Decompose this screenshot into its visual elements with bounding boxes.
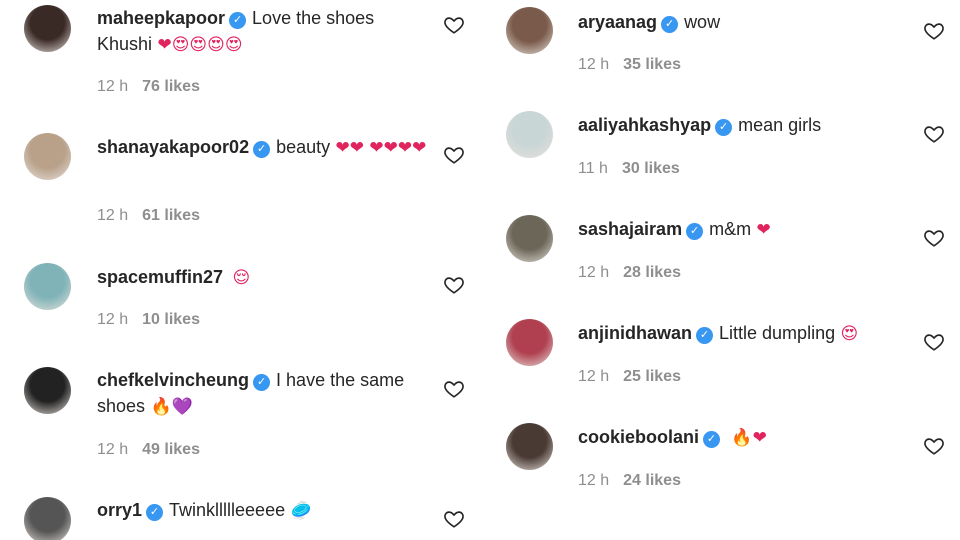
comment-time: 12 h [578, 56, 610, 73]
comment-body: spacemuffin27 😌 [97, 264, 427, 291]
username-link[interactable]: anjinidhawan [578, 323, 692, 343]
heart-outline-icon[interactable] [443, 378, 465, 400]
comment-body: sashajairam ✓ m&m ❤ [578, 216, 908, 243]
comment-meta: 12 h 24 likes [578, 472, 681, 490]
comment-time: 12 h [97, 207, 129, 224]
comment-likes-link[interactable]: 35 likes [623, 56, 681, 73]
username-link[interactable]: sashajairam [578, 219, 682, 239]
comment-time: 12 h [578, 472, 610, 489]
comment-meta: 12 h 28 likes [578, 264, 681, 282]
username-link[interactable]: aaliyahkashyap [578, 115, 711, 135]
comment-meta: 12 h 35 likes [578, 56, 681, 74]
verified-badge-icon: ✓ [661, 16, 679, 33]
heart-outline-icon[interactable] [443, 274, 465, 296]
comment-body: chefkelvincheung ✓ I have the same shoes 🔥… [97, 367, 427, 420]
comment-body: orry1 ✓ Twinkllllleeeee 🥏 [97, 497, 427, 524]
verified-badge-icon: ✓ [715, 119, 733, 136]
avatar[interactable] [24, 263, 71, 310]
comment-likes-link[interactable]: 24 likes [623, 472, 681, 489]
avatar[interactable] [506, 7, 553, 54]
username-link[interactable]: orry1 [97, 500, 142, 520]
heart-outline-icon[interactable] [923, 435, 945, 457]
comment-time: 12 h [578, 264, 610, 281]
username-link[interactable]: shanayakapoor02 [97, 137, 249, 157]
heart-outline-icon[interactable] [923, 331, 945, 353]
comment-body: anjinidhawan ✓ Little dumpling 😍 [578, 320, 908, 347]
comment-text: m&m [709, 219, 752, 239]
heart-outline-icon[interactable] [923, 123, 945, 145]
comments-column-left: maheepkapoor ✓ Love the shoes Khushi ❤😍😍😍😍… [0, 0, 480, 540]
comment-body: maheepkapoor ✓ Love the shoes Khushi ❤😍😍😍😍 [97, 5, 427, 58]
avatar[interactable] [506, 423, 553, 470]
verified-badge-icon: ✓ [229, 12, 247, 29]
comments-column-right: aryaanag ✓ wow 12 h 35 likes aaliyahkashyap ✓ m… [480, 0, 960, 540]
comment-emoji: 😍 [835, 324, 859, 344]
comment-likes-link[interactable]: 49 likes [142, 441, 200, 458]
comment-emoji: ❤😍😍😍😍 [152, 35, 243, 55]
username-link[interactable]: cookieboolani [578, 427, 699, 447]
username-link[interactable]: maheepkapoor [97, 8, 225, 28]
heart-outline-icon[interactable] [443, 508, 465, 530]
comment-emoji: 🔥💜 [145, 397, 193, 417]
avatar[interactable] [24, 133, 71, 180]
comment-meta: 12 h 49 likes [97, 441, 200, 459]
avatar[interactable] [506, 215, 553, 262]
comment-emoji: ❤❤ ❤❤❤❤ [330, 138, 427, 158]
comment-emoji: 😌 [227, 268, 251, 288]
username-link[interactable]: chefkelvincheung [97, 370, 249, 390]
avatar[interactable] [506, 111, 553, 158]
comment-text: wow [684, 12, 721, 32]
comment-likes-link[interactable]: 61 likes [142, 207, 200, 224]
avatar[interactable] [24, 5, 71, 52]
verified-badge-icon: ✓ [696, 327, 714, 344]
comment-time: 12 h [97, 78, 129, 95]
comment-likes-link[interactable]: 10 likes [142, 311, 200, 328]
comment-body: aaliyahkashyap ✓ mean girls [578, 112, 908, 138]
comment-text: mean girls [738, 115, 822, 135]
avatar[interactable] [24, 497, 71, 540]
comment-meta: 11 h 30 likes [578, 160, 680, 178]
comment-likes-link[interactable]: 76 likes [142, 78, 200, 95]
comment-body: cookieboolani ✓ 🔥❤ [578, 424, 908, 451]
verified-badge-icon: ✓ [253, 374, 271, 391]
verified-badge-icon: ✓ [253, 141, 271, 158]
comment-body: shanayakapoor02 ✓ beauty ❤❤ ❤❤❤❤ [97, 134, 427, 161]
comment-likes-link[interactable]: 28 likes [623, 264, 681, 281]
comment-meta: 12 h 61 likes [97, 207, 200, 225]
comment-meta: 12 h 10 likes [97, 311, 200, 329]
comment-text: beauty [276, 137, 331, 157]
avatar[interactable] [24, 367, 71, 414]
heart-outline-icon[interactable] [443, 144, 465, 166]
comment-emoji: 🔥❤ [726, 428, 767, 448]
verified-badge-icon: ✓ [686, 223, 704, 240]
verified-badge-icon: ✓ [703, 431, 721, 448]
comment-time: 12 h [97, 441, 129, 458]
comment-meta: 12 h 76 likes [97, 78, 200, 96]
comment-time: 12 h [578, 368, 610, 385]
comment-text: Twinkllllleeeee [169, 500, 286, 520]
verified-badge-icon: ✓ [146, 504, 164, 521]
comment-likes-link[interactable]: 25 likes [623, 368, 681, 385]
heart-outline-icon[interactable] [923, 227, 945, 249]
comment-emoji: 🥏 [285, 501, 312, 521]
comment-emoji: ❤ [751, 220, 771, 240]
comment-meta: 12 h 25 likes [578, 368, 681, 386]
avatar[interactable] [506, 319, 553, 366]
heart-outline-icon[interactable] [923, 20, 945, 42]
comment-time: 11 h [578, 160, 608, 177]
heart-outline-icon[interactable] [443, 14, 465, 36]
username-link[interactable]: aryaanag [578, 12, 657, 32]
username-link[interactable]: spacemuffin27 [97, 267, 223, 287]
comment-likes-link[interactable]: 30 likes [622, 160, 680, 177]
comment-time: 12 h [97, 311, 129, 328]
comment-text: Little dumpling [719, 323, 836, 343]
comment-body: aryaanag ✓ wow [578, 9, 908, 35]
